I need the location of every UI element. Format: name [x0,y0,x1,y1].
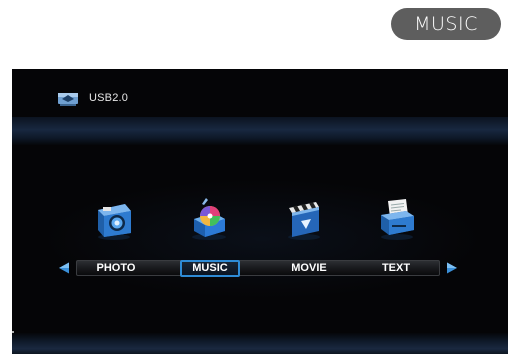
footer-band [12,333,508,354]
source-indicator[interactable]: USB2.0 [57,89,128,107]
mode-badge: MUSIC [391,8,501,40]
movie-tile[interactable] [283,195,325,241]
text-tile[interactable] [376,195,418,241]
music-tile[interactable] [188,195,230,241]
menu-item-text[interactable]: TEXT [364,260,428,277]
arrow-right-icon [447,262,457,274]
usb-drive-icon [58,93,78,106]
photo-tile[interactable] [93,195,135,241]
music-player-icon [192,198,226,240]
media-screen: USB2.0 PHOTO MUSIC MOVIE TEXT [12,69,508,354]
document-printer-icon [381,199,414,240]
prev-button[interactable] [58,262,70,274]
menu-item-music[interactable]: MUSIC [180,260,240,277]
camera-icon [98,204,131,240]
arrow-left-icon [59,262,69,274]
source-label: USB2.0 [89,92,129,104]
menu-item-photo[interactable]: PHOTO [80,260,152,277]
clapperboard-icon [288,202,320,240]
next-button[interactable] [446,262,458,274]
menu-item-movie[interactable]: MOVIE [274,260,344,277]
header-band [12,117,508,145]
